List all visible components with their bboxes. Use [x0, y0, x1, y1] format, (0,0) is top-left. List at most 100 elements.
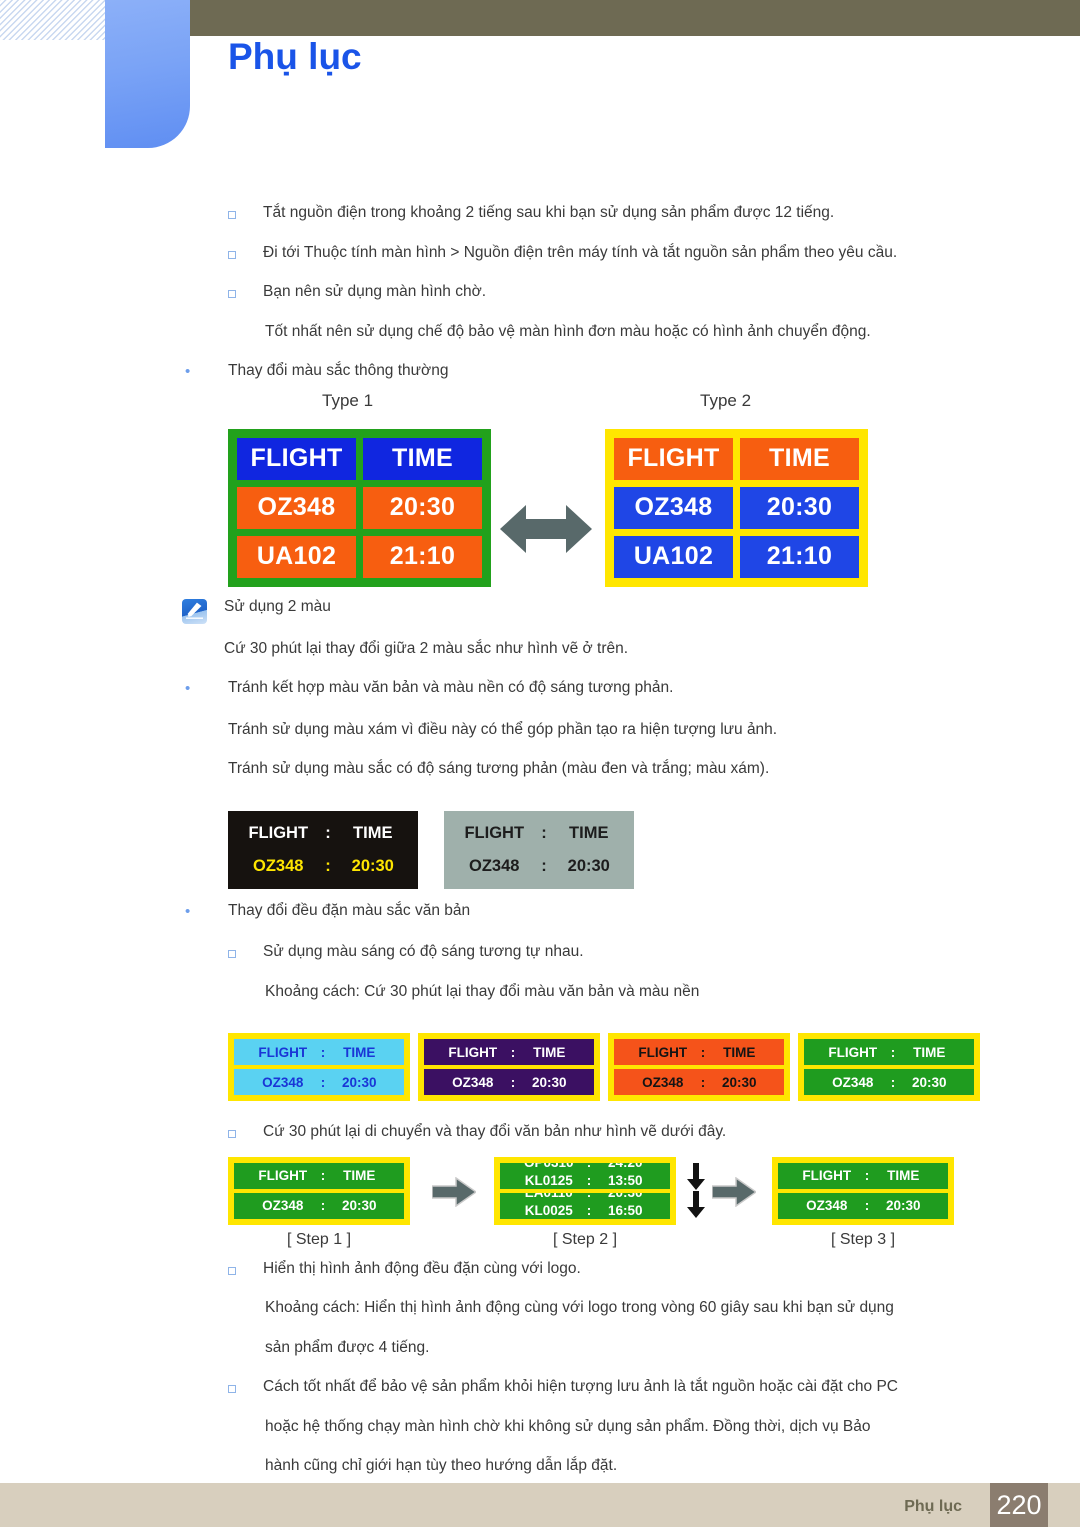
board-cell-flightno: KL0125: [524, 1172, 573, 1188]
type-boards-figure: FLIGHT TIME OZ348 20:30 UA102 21:10 FLIG…: [0, 421, 1080, 599]
list-item: Đi tới Thuộc tính màn hình > Nguồn điện …: [228, 243, 1080, 261]
list-item: • Thay đổi màu sắc thông thường: [185, 363, 1080, 381]
olive-header-bar: [190, 0, 1080, 36]
flight-board-green: FLIGHT : TIME OZ348 : 20:30: [798, 1033, 980, 1101]
list-item-label: Bạn nên sử dụng màn hình chờ.: [263, 283, 487, 300]
board-header-line: FLIGHT : TIME: [234, 1039, 404, 1065]
board-cell-2030: 20:30: [531, 1074, 567, 1090]
paragraph-text: sản phẩm được 4 tiếng.: [265, 1338, 430, 1356]
flight-board-type2: FLIGHT TIME OZ348 20:30 UA102 21:10: [605, 428, 868, 587]
board-cell-time: TIME: [723, 1044, 756, 1060]
board-data-line: OZ348 : 20:30: [424, 1069, 594, 1095]
board-cell-2030: 20:30: [341, 1074, 377, 1090]
board-cell-oz348: OZ348: [262, 1198, 304, 1213]
board-cell-ua102: UA102: [614, 535, 733, 578]
board-cell-oz348: OZ348: [237, 486, 356, 529]
flight-board-black: FLIGHT : TIME OZ348 : 20:30: [228, 810, 418, 889]
footer-page-number: 220: [990, 1483, 1048, 1527]
hatch-decoration: [0, 0, 108, 40]
paragraph: Tránh sử dụng màu sắc có độ sáng tương p…: [228, 761, 1080, 777]
board-row-ea0110: EA0110 : 20:30: [500, 1193, 670, 1202]
list-item-label: Tắt nguồn điện trong khoảng 2 tiếng sau …: [263, 204, 835, 221]
step3-caption: [ Step 3 ]: [830, 1230, 896, 1248]
step3-board: FLIGHT : TIME OZ348 : 20:30: [772, 1156, 954, 1225]
board-cell-2110: 21:10: [740, 535, 859, 578]
paragraph-text: Tốt nhất nên sử dụng chế độ bảo vệ màn h…: [265, 322, 871, 340]
square-bullet-icon: [228, 211, 236, 219]
board-cell-time: 13:50: [607, 1172, 643, 1188]
board-colon: :: [325, 856, 331, 875]
board-colon: :: [320, 1168, 326, 1183]
dot-bullet-icon: •: [185, 363, 191, 380]
board-cell-flightno: EA0110: [520, 1193, 578, 1202]
board-cell-2030: 20:30: [363, 486, 482, 529]
board-cell-time: 16:50: [607, 1202, 643, 1218]
note-body-row: Cứ 30 phút lại thay đổi giữa 2 màu sắc n…: [224, 640, 1080, 657]
board-row-kl0125: KL0125 : 13:50: [500, 1172, 670, 1189]
paragraph-text: Khoảng cách: Cứ 30 phút lại thay đổi màu…: [265, 982, 700, 1000]
blue-tab-decoration: [105, 0, 190, 148]
step2-caption: [ Step 2 ]: [552, 1230, 618, 1248]
board-cell-flight: FLIGHT: [248, 823, 309, 842]
type2-label: Type 2: [700, 390, 752, 410]
board-cell-2030: 20:30: [351, 856, 394, 875]
board-cell-time: TIME: [343, 1044, 376, 1060]
board-cell-flight: FLIGHT: [802, 1168, 852, 1183]
paragraph: Khoảng cách: Cứ 30 phút lại thay đổi màu…: [265, 982, 1080, 1000]
dot-bullet-icon: •: [185, 902, 191, 920]
step2-board: OP0310 : 24:20 KL0125 : 13:50: [494, 1156, 676, 1225]
board-colon: :: [890, 1074, 896, 1090]
board-cell-2110: 21:10: [363, 535, 482, 578]
board-cell-flight: FLIGHT: [258, 1044, 308, 1060]
board-cell-flight: FLIGHT: [614, 437, 733, 480]
list-item: • Tránh kết hợp màu văn bản và màu nền c…: [185, 680, 1080, 698]
board-colon: :: [541, 856, 547, 875]
footer-label: Phụ lục: [904, 1498, 962, 1515]
board-cell-2030: 20:30: [911, 1074, 947, 1090]
board-cell-2030: 20:30: [721, 1074, 757, 1090]
board-cell-oz348: OZ348: [253, 856, 304, 875]
list-item: Cứ 30 phút lại di chuyển và thay đổi văn…: [228, 1124, 1080, 1140]
paragraph: sản phẩm được 4 tiếng.: [265, 1338, 1080, 1356]
double-arrow-icon: [500, 501, 592, 557]
step1-board: FLIGHT : TIME OZ348 : 20:30: [228, 1156, 410, 1225]
list-item-label: Thay đổi đều đặn màu sắc văn bản: [228, 901, 471, 919]
paragraph-text: hoặc hệ thống chạy màn hình chờ khi khôn…: [265, 1417, 871, 1435]
board-colon: :: [510, 1074, 516, 1090]
board-scroll-cell-top: OP0310 : 24:20 KL0125 : 13:50: [500, 1162, 670, 1189]
board-scroll-cell-bottom: EA0110 : 20:30 KL0025 : 16:50: [500, 1192, 670, 1219]
board-cell-2030: 20:30: [341, 1198, 377, 1213]
board-header-line: FLIGHT : TIME: [804, 1039, 974, 1065]
right-arrow-icon: [711, 1176, 758, 1207]
flight-board-type1: FLIGHT TIME OZ348 20:30 UA102 21:10: [228, 428, 491, 587]
list-item-label: Tránh kết hợp màu văn bản và màu nền có …: [228, 679, 674, 696]
board-data-line: OZ348 : 20:30: [804, 1069, 974, 1095]
board-cell-flight: FLIGHT: [828, 1044, 878, 1060]
square-bullet-icon: [228, 1266, 236, 1275]
board-cell-time: 24:20: [600, 1163, 650, 1172]
list-item-label: Sử dụng màu sáng có độ sáng tương tự nha…: [263, 943, 584, 960]
board-colon: :: [587, 1193, 592, 1202]
paragraph-text: Tránh sử dụng màu xám vì điều này có thể…: [228, 720, 778, 738]
list-item: Hiển thị hình ảnh động đều đặn cùng với …: [228, 1260, 1080, 1277]
flight-board-purple: FLIGHT : TIME OZ348 : 20:30: [418, 1033, 600, 1101]
board-cell-flight: FLIGHT: [464, 823, 525, 842]
step1-caption: [ Step 1 ]: [286, 1230, 352, 1248]
square-bullet-icon: [228, 1385, 236, 1393]
list-item-label: Đi tới Thuộc tính màn hình > Nguồn điện …: [263, 243, 898, 261]
list-item-label: Thay đổi màu sắc thông thường: [228, 362, 449, 379]
color-boards-figure: FLIGHT : TIME OZ348 : 20:30 FLIGHT : TIM…: [0, 1033, 1080, 1107]
board-data-line: OZ348 : 20:30: [444, 850, 634, 883]
board-cell-2030: 20:30: [885, 1198, 921, 1213]
board-colon: :: [320, 1198, 326, 1213]
flight-board-cyan: FLIGHT : TIME OZ348 : 20:30: [228, 1033, 410, 1101]
list-item-label: Cách tốt nhất để bảo vệ sản phẩm khỏi hi…: [263, 1378, 898, 1395]
